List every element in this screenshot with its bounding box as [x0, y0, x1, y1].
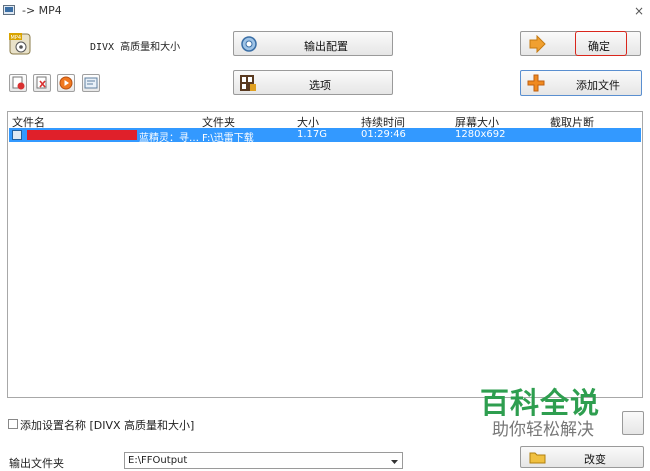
close-icon[interactable]: × [634, 4, 644, 18]
folder-cell: F:\迅雷下载 [202, 133, 254, 144]
watermark-subtitle: 助你轻松解决 [492, 420, 594, 440]
preset-name: DIVX 高质量和大小 [90, 42, 181, 53]
output-folder-label: 输出文件夹 [9, 457, 64, 470]
file-list[interactable]: 文件名 文件夹 大小 持续时间 屏幕大小 截取片断 蓝精灵：寻… F:\迅雷下载… [7, 111, 643, 398]
plus-icon [527, 74, 545, 95]
output-config-button[interactable]: 输出配置 [233, 31, 393, 56]
preset-icon: MP4 [9, 33, 33, 57]
side-button[interactable] [622, 411, 644, 435]
info-icon [84, 77, 98, 89]
change-button[interactable]: 改变 [520, 446, 644, 468]
gear-icon [240, 35, 258, 56]
file-name-cell: 蓝精灵：寻… [139, 133, 199, 144]
output-folder-select[interactable]: E:\FFOutput [124, 452, 403, 469]
title-bar: -> MP4 × [0, 0, 650, 22]
remove-button[interactable] [9, 74, 27, 92]
play-button[interactable] [57, 74, 75, 92]
clear-icon [36, 76, 47, 89]
change-label: 改变 [584, 453, 606, 466]
svg-text:MP4: MP4 [11, 35, 22, 41]
output-config-label: 输出配置 [304, 40, 348, 53]
add-file-label: 添加文件 [576, 79, 620, 92]
size-cell: 1.17G [297, 129, 328, 140]
add-setting-label: 添加设置名称 [DIVX 高质量和大小] [20, 419, 195, 432]
ok-button[interactable]: 确定 [520, 31, 641, 56]
duration-cell: 01:29:46 [361, 129, 406, 140]
folder-icon [529, 450, 547, 467]
options-button[interactable]: 选项 [233, 70, 393, 95]
file-icon [12, 130, 22, 140]
table-row[interactable]: 蓝精灵：寻… F:\迅雷下载 1.17G 01:29:46 1280x692 [9, 128, 641, 144]
window-title: -> MP4 [22, 4, 62, 17]
film-icon [239, 74, 257, 95]
clear-button[interactable] [33, 74, 51, 92]
chevron-down-icon [390, 456, 399, 469]
redacted-filename [27, 130, 137, 140]
remove-icon [12, 76, 25, 90]
arrow-right-icon [528, 34, 546, 56]
screen-size-cell: 1280x692 [455, 129, 506, 140]
ok-label: 确定 [588, 40, 610, 53]
add-setting-checkbox[interactable] [8, 419, 18, 429]
play-icon [59, 76, 73, 90]
options-label: 选项 [309, 79, 331, 92]
app-icon [3, 4, 15, 16]
output-folder-value: E:\FFOutput [128, 455, 188, 466]
add-file-button[interactable]: 添加文件 [520, 70, 642, 96]
info-button[interactable] [82, 74, 100, 92]
